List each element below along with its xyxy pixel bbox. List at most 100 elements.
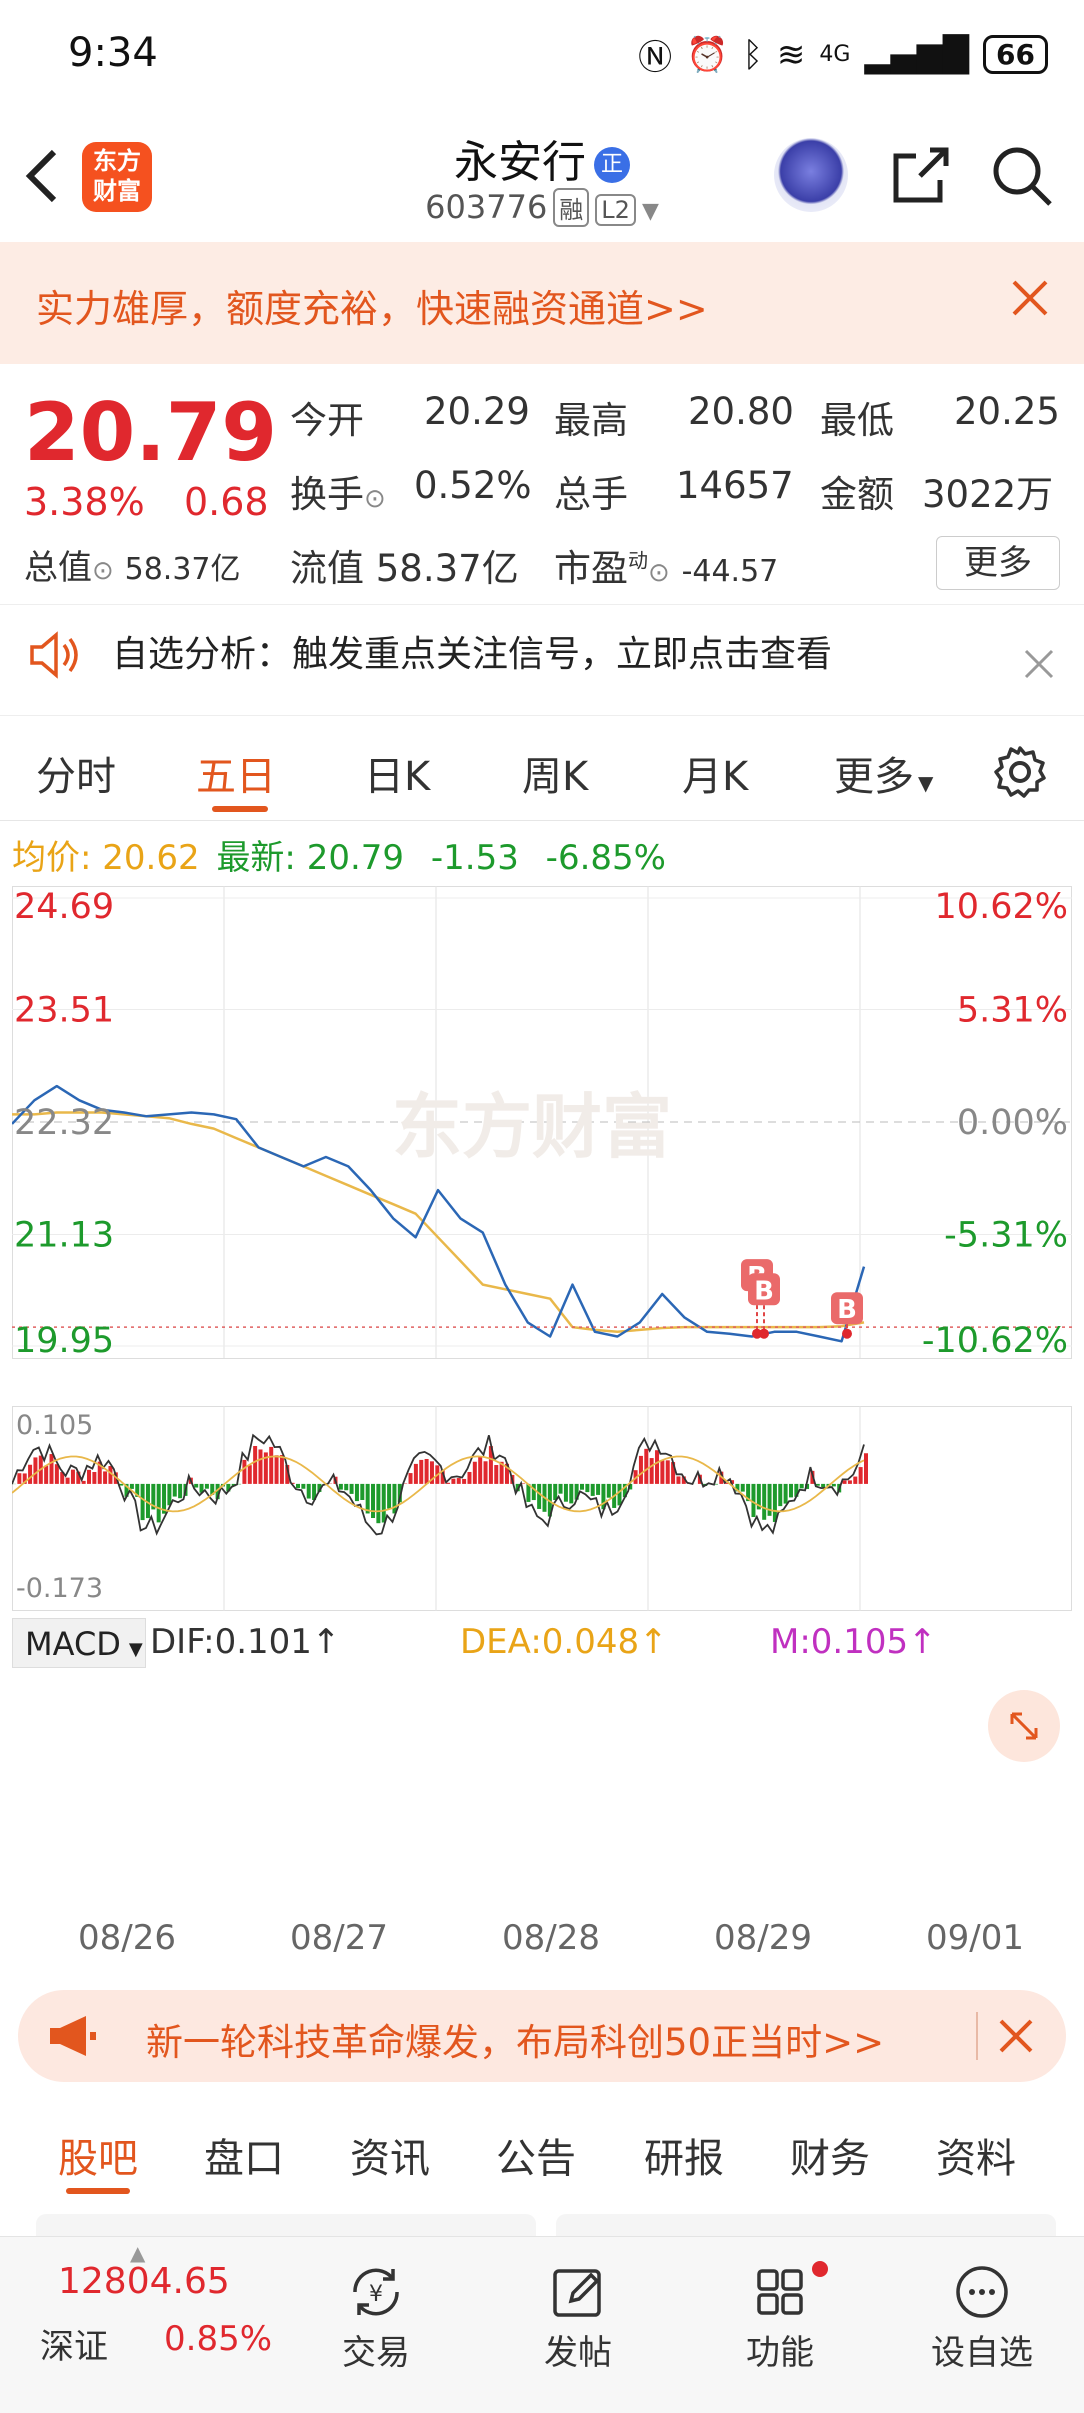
macd-bar xyxy=(553,1484,557,1500)
low-value: 20.25 xyxy=(954,390,1060,433)
info-icon[interactable]: ⊙ xyxy=(364,484,386,514)
macd-bar xyxy=(596,1484,600,1495)
index-pct: 0.85% xyxy=(164,2319,272,2359)
notification-dot xyxy=(812,2261,828,2277)
macd-bar xyxy=(762,1484,766,1520)
macd-bar xyxy=(821,1484,825,1487)
assistant-robot-icon[interactable] xyxy=(774,138,848,212)
megaphone-icon xyxy=(46,2012,98,2060)
signal-text: 4G xyxy=(819,42,850,67)
nfc-icon: Ⓝ xyxy=(638,30,672,79)
tab-profile[interactable]: 资料 xyxy=(936,2126,1016,2184)
volume-value: 14657 xyxy=(676,464,794,507)
kechuang-banner[interactable]: 新一轮科技革命爆发，布局科创50正当时>> xyxy=(18,1990,1066,2082)
macd-bar xyxy=(280,1455,284,1484)
macd-bar xyxy=(173,1484,177,1497)
status-bar: 9:34 Ⓝ ⏰ ᛒ ≋ 4G ▂▄▆█ 66 xyxy=(0,0,1084,110)
macd-bar xyxy=(157,1484,161,1522)
tab-minute[interactable]: 分时 xyxy=(36,744,116,802)
grid-icon xyxy=(749,2261,811,2323)
macd-bar xyxy=(339,1484,343,1490)
tab-pankou[interactable]: 盘口 xyxy=(204,2126,284,2184)
nav-add-watchlist[interactable]: 设自选 xyxy=(922,2259,1042,2374)
tab-finance[interactable]: 财务 xyxy=(790,2126,870,2184)
tab-guba[interactable]: 股吧 xyxy=(58,2126,138,2184)
name-badge: 正 xyxy=(594,147,630,183)
macd-bar xyxy=(537,1484,541,1509)
macd-bar xyxy=(457,1478,461,1484)
macd-bar xyxy=(44,1466,48,1484)
macd-bar xyxy=(784,1484,788,1504)
search-icon[interactable] xyxy=(990,144,1054,208)
nav-functions[interactable]: 功能 xyxy=(720,2259,840,2374)
nav-post[interactable]: 发帖 xyxy=(518,2259,638,2374)
period-tabs: 分时 五日 日K 周K 月K 更多▼ xyxy=(0,714,1084,821)
nav-label: 功能 xyxy=(720,2325,840,2374)
macd-bar xyxy=(205,1484,209,1489)
alarm-icon: ⏰ xyxy=(686,35,728,75)
dropdown-icon: ▼ xyxy=(129,1639,143,1660)
five-day-chart[interactable]: BBB 东方财富 24.6923.5122.3221.1319.9510.62%… xyxy=(12,886,1072,1611)
info-icon[interactable]: ⊙ xyxy=(648,558,670,588)
analysis-notice[interactable]: 自选分析：触发重点关注信号，立即点击查看 xyxy=(0,604,1084,716)
more-button[interactable]: 更多 xyxy=(936,536,1060,590)
content-tabs: 股吧 盘口 资讯 公告 研报 财务 资料 xyxy=(0,2100,1084,2204)
close-icon[interactable] xyxy=(1022,647,1056,681)
macd-bar xyxy=(71,1470,75,1484)
latest-value: 20.79 xyxy=(307,838,404,878)
share-icon[interactable] xyxy=(890,144,952,206)
macd-bar xyxy=(773,1484,777,1522)
price-axis-label: 24.69 xyxy=(14,887,114,927)
macd-bar xyxy=(419,1460,423,1484)
macd-bar xyxy=(82,1481,86,1484)
total-value: 总值⊙ 58.37亿 xyxy=(24,540,241,589)
level-tag: L2 xyxy=(595,194,636,226)
tab-announcements[interactable]: 公告 xyxy=(496,2126,576,2184)
macd-bar xyxy=(618,1484,622,1505)
margin-tag: 融 xyxy=(553,188,589,227)
macd-bar xyxy=(559,1484,563,1494)
close-icon[interactable] xyxy=(996,2016,1036,2056)
yen-cycle-icon: ¥ xyxy=(345,2261,407,2323)
indicator-selector[interactable]: MACD▼ xyxy=(12,1618,146,1668)
nav-trade[interactable]: ¥ 交易 xyxy=(316,2259,436,2374)
macd-bar xyxy=(467,1472,471,1484)
tab-more[interactable]: 更多▼ xyxy=(834,744,933,802)
bluetooth-icon: ᛒ xyxy=(742,35,762,75)
latest-change: -1.53 xyxy=(431,838,519,878)
high-label: 最高 xyxy=(554,390,628,444)
macd-bar xyxy=(778,1484,782,1506)
macd-bar xyxy=(484,1461,488,1484)
macd-bar xyxy=(242,1460,246,1484)
index-value[interactable]: 12804.65 xyxy=(58,2261,230,2302)
macd-bar xyxy=(494,1465,498,1484)
gear-icon[interactable] xyxy=(992,744,1048,800)
tab-research[interactable]: 研报 xyxy=(644,2126,724,2184)
promo-banner[interactable]: 实力雄厚，额度充裕，快速融资通道>> xyxy=(0,242,1084,364)
card-edge xyxy=(36,2214,536,2236)
macd-bar xyxy=(585,1484,589,1492)
active-tab-underline xyxy=(212,806,268,812)
dropdown-icon: ▼ xyxy=(918,771,933,795)
macd-axis-label: -0.173 xyxy=(16,1573,103,1604)
macd-axis-label: 0.105 xyxy=(16,1410,93,1441)
info-icon[interactable]: ⊙ xyxy=(92,556,114,586)
tab-weekly-k[interactable]: 周K xyxy=(522,744,588,802)
speaker-icon xyxy=(26,627,82,683)
latest-label: 最新: xyxy=(216,838,295,878)
macd-bar xyxy=(307,1484,311,1499)
close-icon[interactable] xyxy=(1008,276,1052,320)
macd-bar xyxy=(655,1450,659,1484)
tab-five-day[interactable]: 五日 xyxy=(196,744,276,802)
expand-icon[interactable] xyxy=(988,1690,1060,1762)
signal-icon: ▂▄▆█ xyxy=(864,35,969,75)
macd-bar xyxy=(66,1478,70,1484)
tab-monthly-k[interactable]: 月K xyxy=(682,744,748,802)
macd-bar xyxy=(376,1484,380,1523)
tab-daily-k[interactable]: 日K xyxy=(364,744,430,802)
macd-bar xyxy=(350,1484,354,1494)
macd-bar xyxy=(462,1479,466,1484)
tab-news[interactable]: 资讯 xyxy=(350,2126,430,2184)
stock-code: 603776 xyxy=(425,188,547,226)
banner-text: 新一轮科技革命爆发，布局科创50正当时>> xyxy=(146,2012,884,2066)
